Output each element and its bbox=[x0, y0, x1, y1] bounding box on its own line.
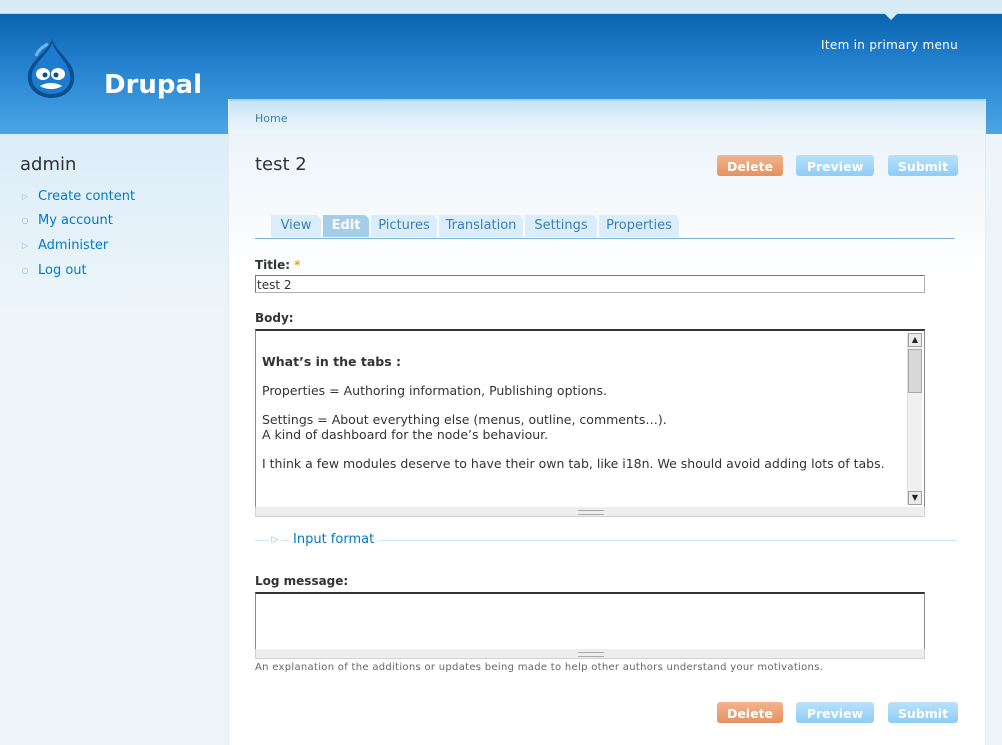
body-line: A kind of dashboard for the node’s behav… bbox=[262, 426, 549, 442]
menu-indicator-arrow bbox=[884, 13, 898, 20]
grip-lines-icon bbox=[578, 652, 604, 657]
submit-button[interactable]: Submit bbox=[888, 702, 958, 723]
sidebar: admin ▷ Create content ○ My account ▷ Ad… bbox=[0, 134, 228, 745]
circle-bullet-icon: ○ bbox=[21, 216, 29, 226]
tab-pictures[interactable]: Pictures bbox=[371, 215, 437, 237]
node-tabs: View Edit Pictures Translation Settings … bbox=[255, 215, 955, 239]
sidebar-item-create-content[interactable]: ▷ Create content bbox=[20, 184, 135, 209]
top-strip bbox=[0, 0, 1002, 14]
title-field-label: Title: * bbox=[255, 258, 300, 272]
body-line: Settings = About everything else (menus,… bbox=[262, 412, 667, 427]
site-name[interactable]: Drupal bbox=[104, 70, 202, 100]
expand-triangle-icon[interactable]: ▷ bbox=[269, 534, 281, 546]
body-line: What’s in the tabs : bbox=[262, 354, 402, 369]
log-resize-grip[interactable] bbox=[255, 649, 925, 659]
delete-button[interactable]: Delete bbox=[717, 155, 783, 176]
body-line: Properties = Authoring information, Publ… bbox=[262, 383, 607, 398]
input-format-fieldset: ▷ Input format bbox=[255, 532, 957, 548]
sidebar-item-my-account[interactable]: ○ My account bbox=[20, 209, 135, 234]
preview-button[interactable]: Preview bbox=[796, 155, 874, 176]
breadcrumb-home-link[interactable]: Home bbox=[255, 112, 287, 125]
sidebar-item-log-out[interactable]: ○ Log out bbox=[20, 258, 135, 283]
triangle-bullet-icon: ▷ bbox=[21, 191, 29, 201]
log-message-help: An explanation of the additions or updat… bbox=[255, 662, 824, 673]
tab-view[interactable]: View bbox=[271, 215, 321, 237]
required-marker: * bbox=[294, 258, 301, 272]
tab-edit[interactable]: Edit bbox=[323, 215, 369, 237]
primary-menu-item[interactable]: Item in primary menu bbox=[821, 38, 958, 52]
scroll-down-arrow-icon[interactable]: ▼ bbox=[908, 491, 922, 505]
sidebar-item-label[interactable]: Create content bbox=[38, 189, 135, 204]
body-resize-grip[interactable] bbox=[255, 507, 925, 517]
sidebar-user-name: admin bbox=[20, 154, 77, 175]
drupal-drop-logo-icon[interactable] bbox=[22, 36, 80, 100]
sidebar-item-label[interactable]: My account bbox=[38, 213, 113, 228]
title-area bbox=[229, 133, 985, 273]
triangle-bullet-icon: ▷ bbox=[21, 240, 29, 250]
tab-translation[interactable]: Translation bbox=[439, 215, 523, 237]
submit-button[interactable]: Submit bbox=[888, 155, 958, 176]
preview-button[interactable]: Preview bbox=[796, 702, 874, 723]
body-line: I think a few modules deserve to have th… bbox=[262, 455, 885, 471]
delete-button[interactable]: Delete bbox=[717, 702, 783, 723]
tab-settings[interactable]: Settings bbox=[525, 215, 597, 237]
body-field-label: Body: bbox=[255, 311, 294, 325]
log-message-label: Log message: bbox=[255, 574, 349, 588]
log-message-textarea[interactable] bbox=[255, 592, 925, 650]
body-text: What’s in the tabs : Properties = Author… bbox=[262, 354, 902, 486]
circle-bullet-icon: ○ bbox=[21, 265, 29, 275]
page-title: test 2 bbox=[255, 154, 307, 175]
title-label-text: Title: bbox=[255, 258, 291, 272]
sidebar-nav: ▷ Create content ○ My account ▷ Administ… bbox=[20, 184, 136, 283]
tab-properties[interactable]: Properties bbox=[599, 215, 679, 237]
scroll-thumb[interactable] bbox=[908, 349, 922, 393]
body-scrollbar[interactable]: ▲ ▼ bbox=[907, 333, 922, 505]
input-format-toggle[interactable]: Input format bbox=[289, 532, 379, 547]
sidebar-item-label[interactable]: Log out bbox=[38, 263, 87, 278]
scroll-up-arrow-icon[interactable]: ▲ bbox=[908, 333, 922, 347]
body-textarea[interactable]: What’s in the tabs : Properties = Author… bbox=[255, 329, 925, 517]
sidebar-item-administer[interactable]: ▷ Administer bbox=[20, 233, 135, 258]
sidebar-item-label[interactable]: Administer bbox=[38, 238, 108, 253]
title-input[interactable]: test 2 bbox=[255, 275, 925, 293]
breadcrumb-bar: Home bbox=[229, 99, 985, 135]
main-content: Home test 2 Delete Preview Submit View E… bbox=[228, 99, 986, 745]
grip-lines-icon bbox=[578, 510, 604, 515]
